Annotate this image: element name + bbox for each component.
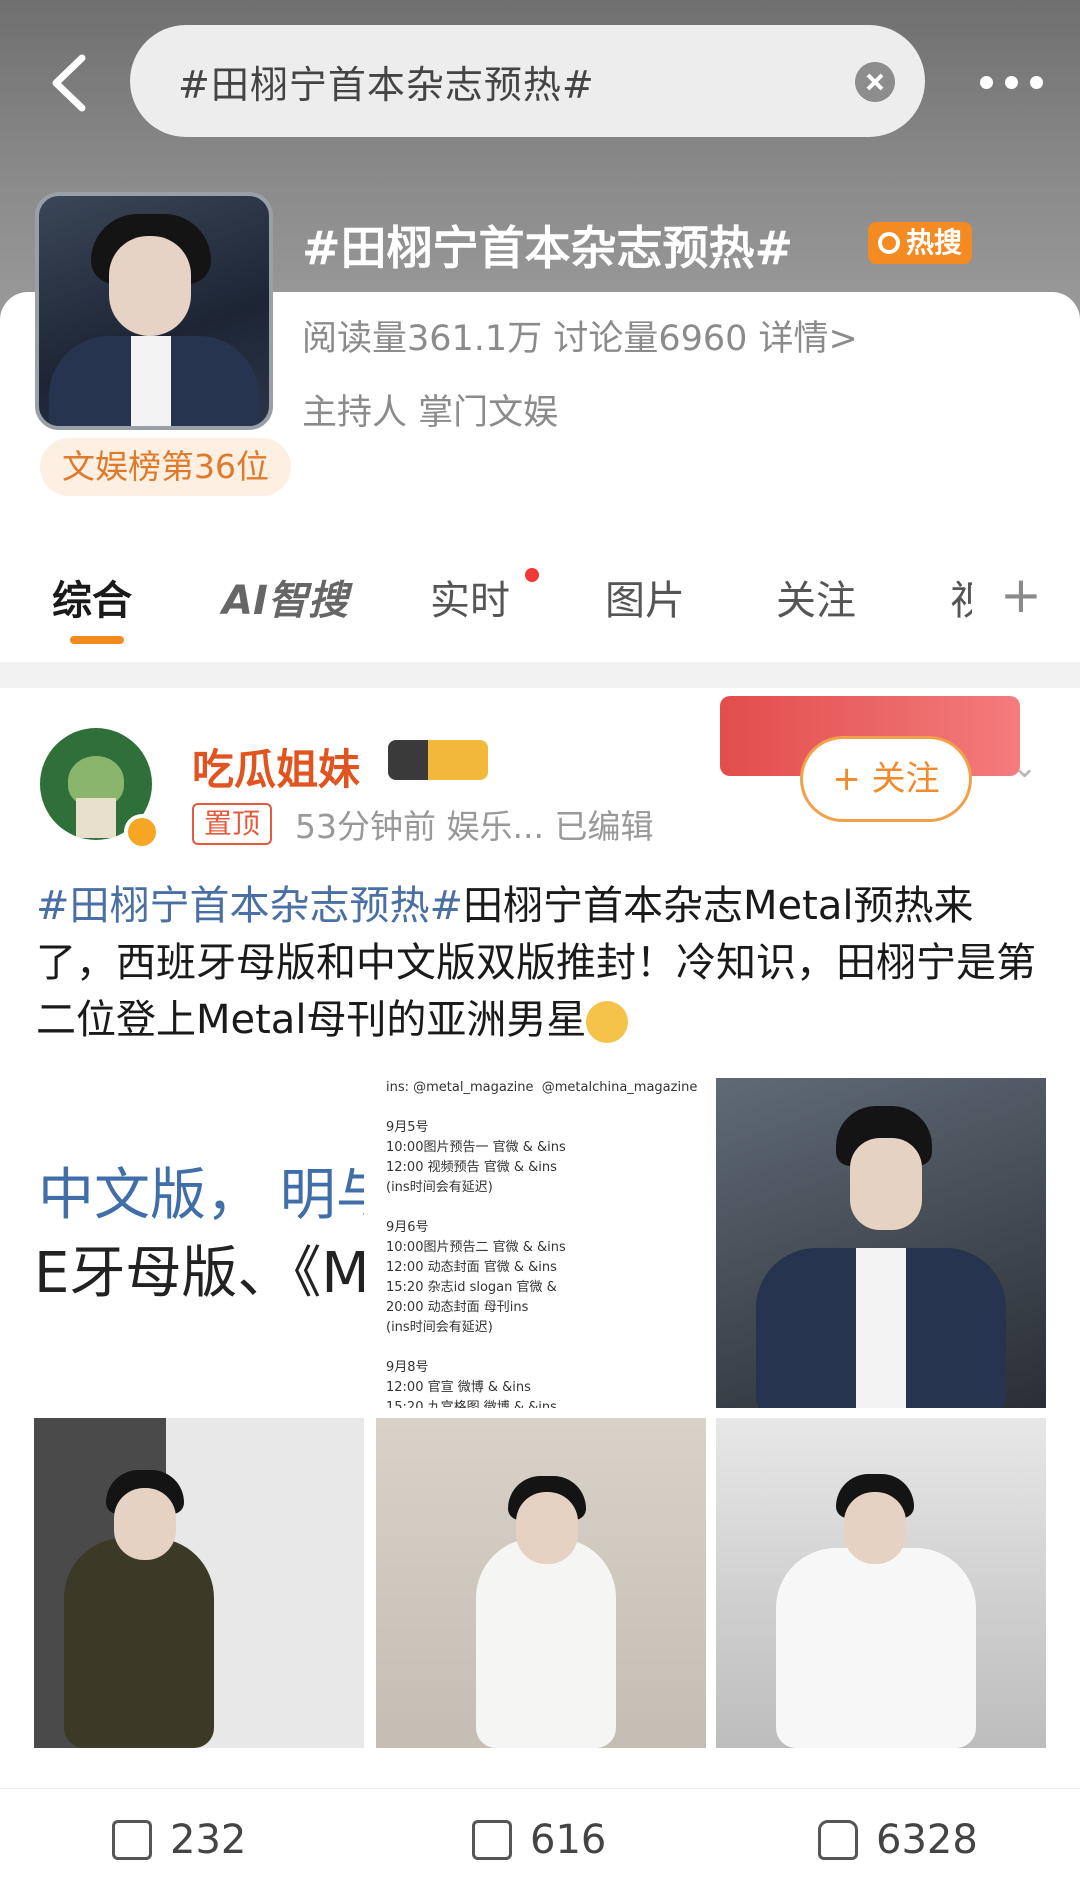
tab-images[interactable]: 图片 <box>605 568 685 626</box>
post-text[interactable]: #田栩宁首本杂志预热#田栩宁首本杂志Metal预热来了，西班牙母版和中文版双版推… <box>36 878 1051 1049</box>
more-options-icon[interactable] <box>980 76 1043 89</box>
search-input[interactable]: #田栩宁首本杂志预热# <box>130 25 925 137</box>
add-tab-icon[interactable]: + <box>1000 566 1042 624</box>
emoji-icon <box>586 1001 629 1043</box>
chevron-down-icon[interactable]: ⌄ <box>1012 750 1037 785</box>
hot-icon <box>878 232 900 254</box>
post-image-3[interactable] <box>716 1078 1046 1408</box>
comment-button[interactable]: 616 <box>472 1817 606 1863</box>
tab-realtime[interactable]: 实时 <box>430 568 510 626</box>
thumbs-up-icon <box>818 1820 858 1860</box>
post-image-5[interactable] <box>376 1418 706 1748</box>
follow-button[interactable]: + 关注 <box>800 736 972 822</box>
pinned-badge: 置顶 <box>192 803 273 845</box>
post-meta: 53分钟前 娱乐... 已编辑 <box>295 807 654 846</box>
topic-cover-image[interactable] <box>35 192 273 430</box>
clear-icon[interactable] <box>855 62 895 102</box>
topic-host[interactable]: 主持人 掌门文娱 <box>302 384 558 435</box>
search-query: #田栩宁首本杂志预热# <box>178 62 595 107</box>
hashtag-link[interactable]: #田栩宁首本杂志预热# <box>36 883 463 929</box>
tab-video[interactable]: 视 <box>950 568 972 626</box>
crown-badge-icon <box>388 740 488 780</box>
tab-following[interactable]: 关注 <box>776 568 856 626</box>
rank-badge[interactable]: 文娱榜第36位 <box>40 438 291 496</box>
post-image-1[interactable]: 中文版， 明与 E牙母版、《Me <box>34 1078 364 1408</box>
share-icon <box>112 1820 152 1860</box>
schedule-text: ins: @metal_magazine @metalchina_magazin… <box>386 1080 698 1408</box>
like-button[interactable]: 6328 <box>818 1817 978 1863</box>
tab-bar: 综合 AI智搜 实时 图片 关注 视 <box>0 568 1080 658</box>
verified-icon <box>124 814 160 850</box>
tab-ai-search[interactable]: AI智搜 <box>222 568 348 626</box>
topic-stats[interactable]: 阅读量361.1万 讨论量6960 详情> <box>302 310 858 361</box>
post-image-6[interactable] <box>716 1418 1046 1748</box>
comment-icon <box>472 1820 512 1860</box>
post-image-2[interactable]: ins: @metal_magazine @metalchina_magazin… <box>376 1078 706 1408</box>
topic-title: #田栩宁首本杂志预热# <box>302 221 794 275</box>
hot-search-badge: 热搜 <box>868 222 973 264</box>
new-content-dot <box>525 568 539 582</box>
share-button[interactable]: 232 <box>112 1817 246 1863</box>
active-tab-indicator <box>70 636 124 644</box>
post-card: 吃瓜姐妹 置顶 53分钟前 娱乐... 已编辑 + 关注 ⌄ #田栩宁首本杂志预… <box>0 688 1080 1899</box>
post-image-4[interactable] <box>34 1418 364 1748</box>
action-bar: 232 616 6328 <box>0 1788 1080 1889</box>
author-name[interactable]: 吃瓜姐妹 <box>192 736 360 797</box>
tab-comprehensive[interactable]: 综合 <box>52 568 132 626</box>
back-arrow-icon[interactable] <box>40 48 110 118</box>
